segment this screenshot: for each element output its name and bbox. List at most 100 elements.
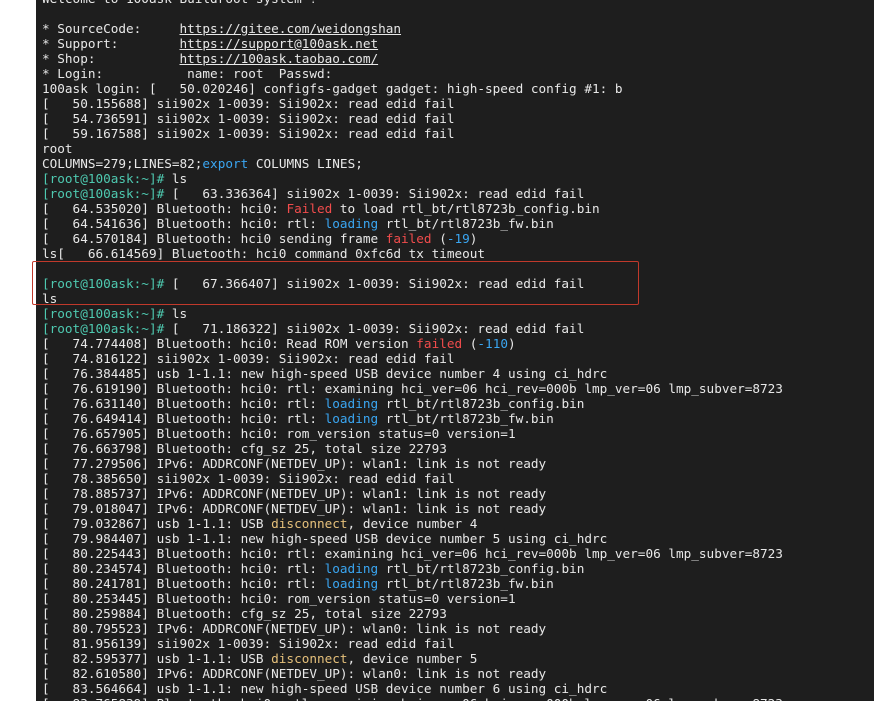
terminal-text: [root@100ask:~]#: [42, 186, 165, 201]
terminal-line: ls[ 66.614569] Bluetooth: hci0 command 0…: [42, 246, 783, 261]
terminal-text: to load rtl_bt/rtl8723b_config.bin: [332, 201, 600, 216]
terminal-text: [root@100ask:~]#: [42, 171, 165, 186]
terminal-text[interactable]: https://gitee.com/weidongshan: [180, 21, 402, 36]
terminal-text: (: [431, 231, 447, 246]
terminal-line: 100ask login: [ 50.020246] configfs-gadg…: [42, 81, 783, 96]
terminal-line: [ 54.736591] sii902x 1-0039: Sii902x: re…: [42, 111, 783, 126]
terminal-text: [ 80.225443] Bluetooth: hci0: rtl: exami…: [42, 546, 783, 561]
terminal-text: [ 76.619190] Bluetooth: hci0: rtl: exami…: [42, 381, 783, 396]
terminal-text: root: [42, 141, 73, 156]
terminal-line: [ 80.225443] Bluetooth: hci0: rtl: exami…: [42, 546, 783, 561]
terminal-text: Failed: [286, 201, 333, 216]
terminal-text: [ 54.736591] sii902x 1-0039: Sii902x: re…: [42, 111, 455, 126]
terminal-line: [ 80.234574] Bluetooth: hci0: rtl: loadi…: [42, 561, 783, 576]
terminal-line: [ 79.984407] usb 1-1.1: new high-speed U…: [42, 531, 783, 546]
terminal-line: [ 82.595377] usb 1-1.1: USB disconnect, …: [42, 651, 783, 666]
terminal-text: ): [507, 336, 516, 351]
terminal-line: [ 82.610580] IPv6: ADDRCONF(NETDEV_UP): …: [42, 666, 783, 681]
terminal-text: disconnect: [271, 516, 348, 531]
terminal-line: [ 78.385650] sii902x 1-0039: Sii902x: re…: [42, 471, 783, 486]
terminal-line: [ 79.032867] usb 1-1.1: USB disconnect, …: [42, 516, 783, 531]
terminal-line: [ 64.535020] Bluetooth: hci0: Failed to …: [42, 201, 783, 216]
terminal-text: [ 83.765839] Bluetooth: hci0: rtl: exami…: [42, 696, 783, 701]
highlight-annotation-box: [32, 261, 639, 305]
terminal-line: [ 83.765839] Bluetooth: hci0: rtl: exami…: [42, 696, 783, 701]
terminal-text: loading: [324, 576, 379, 591]
terminal-line: [ 79.018047] IPv6: ADDRCONF(NETDEV_UP): …: [42, 501, 783, 516]
terminal-text: [ 74.816122] sii902x 1-0039: Sii902x: re…: [42, 351, 455, 366]
terminal-text: [ 82.610580] IPv6: ADDRCONF(NETDEV_UP): …: [42, 666, 547, 681]
terminal-text: , device number 4: [347, 516, 478, 531]
terminal-text: (: [462, 336, 478, 351]
terminal-line: [ 74.816122] sii902x 1-0039: Sii902x: re…: [42, 351, 783, 366]
terminal-text: disconnect: [271, 651, 348, 666]
terminal-text: COLUMNS=279;LINES=82;: [42, 156, 203, 171]
terminal-text: [root@100ask:~]#: [42, 321, 165, 336]
terminal-output: Welcome to 100ask Buildroot system ! * So…: [42, 0, 783, 701]
terminal-text[interactable]: https://support@100ask.net: [180, 36, 379, 51]
terminal-text: [ 79.032867] usb 1-1.1: USB: [42, 516, 272, 531]
terminal-text: rtl_bt/rtl8723b_fw.bin: [378, 576, 554, 591]
terminal-text: 100ask login: [ 50.020246] configfs-gadg…: [42, 81, 623, 96]
terminal-line: [ 77.279506] IPv6: ADDRCONF(NETDEV_UP): …: [42, 456, 783, 471]
terminal-text: export: [202, 156, 249, 171]
terminal-text: rtl_bt/rtl8723b_config.bin: [378, 561, 585, 576]
terminal-line: * Support: https://support@100ask.net: [42, 36, 783, 51]
terminal-line: [ 74.774408] Bluetooth: hci0: Read ROM v…: [42, 336, 783, 351]
terminal-text: [ 78.385650] sii902x 1-0039: Sii902x: re…: [42, 471, 455, 486]
terminal-line: * Shop: https://100ask.taobao.com/: [42, 51, 783, 66]
terminal-line: COLUMNS=279;LINES=82;export COLUMNS LINE…: [42, 156, 783, 171]
terminal-text: failed: [416, 336, 463, 351]
terminal-line: [ 78.885737] IPv6: ADDRCONF(NETDEV_UP): …: [42, 486, 783, 501]
terminal-line: [ 76.384485] usb 1-1.1: new high-speed U…: [42, 366, 783, 381]
terminal-line: [ 76.657905] Bluetooth: hci0: rom_versio…: [42, 426, 783, 441]
terminal-line: [ 76.649414] Bluetooth: hci0: rtl: loadi…: [42, 411, 783, 426]
terminal-line: [ 81.956139] sii902x 1-0039: Sii902x: re…: [42, 636, 783, 651]
terminal-text: -19: [446, 231, 470, 246]
terminal-text: [ 63.336364] sii902x 1-0039: Sii902x: re…: [164, 186, 585, 201]
terminal-text: [ 71.186322] sii902x 1-0039: Sii902x: re…: [164, 321, 585, 336]
terminal-line: [ 80.253445] Bluetooth: hci0: rom_versio…: [42, 591, 783, 606]
terminal-text: failed: [385, 231, 432, 246]
terminal-text: loading: [324, 561, 379, 576]
terminal-line: * SourceCode: https://gitee.com/weidongs…: [42, 21, 783, 36]
terminal-text: [ 80.253445] Bluetooth: hci0: rom_versio…: [42, 591, 516, 606]
terminal-line: [ 76.663798] Bluetooth: cfg_sz 25, total…: [42, 441, 783, 456]
terminal-text: Welcome to 100ask Buildroot system !: [42, 0, 317, 6]
terminal-text: rtl_bt/rtl8723b_config.bin: [378, 396, 585, 411]
terminal-text: rtl_bt/rtl8723b_fw.bin: [378, 216, 554, 231]
terminal-window[interactable]: Welcome to 100ask Buildroot system ! * So…: [36, 0, 874, 701]
terminal-text: ): [469, 231, 478, 246]
terminal-text: loading: [324, 216, 379, 231]
terminal-line: [ 80.795523] IPv6: ADDRCONF(NETDEV_UP): …: [42, 621, 783, 636]
terminal-text: rtl_bt/rtl8723b_fw.bin: [378, 411, 554, 426]
terminal-text: [ 79.984407] usb 1-1.1: new high-speed U…: [42, 531, 608, 546]
terminal-text: -110: [477, 336, 508, 351]
terminal-text: [ 78.885737] IPv6: ADDRCONF(NETDEV_UP): …: [42, 486, 547, 501]
terminal-text: [ 80.795523] IPv6: ADDRCONF(NETDEV_UP): …: [42, 621, 547, 636]
terminal-text: [root@100ask:~]#: [42, 306, 165, 321]
terminal-line: [ 83.564664] usb 1-1.1: new high-speed U…: [42, 681, 783, 696]
terminal-line: [ 64.541636] Bluetooth: hci0: rtl: loadi…: [42, 216, 783, 231]
terminal-text: [ 81.956139] sii902x 1-0039: Sii902x: re…: [42, 636, 455, 651]
terminal-line: [ 80.241781] Bluetooth: hci0: rtl: loadi…: [42, 576, 783, 591]
terminal-text: ls: [164, 171, 188, 186]
terminal-text: [ 80.259884] Bluetooth: cfg_sz 25, total…: [42, 606, 447, 621]
terminal-text: * Support:: [42, 36, 180, 51]
terminal-text: COLUMNS LINES;: [248, 156, 363, 171]
terminal-text: [ 83.564664] usb 1-1.1: new high-speed U…: [42, 681, 608, 696]
terminal-line: [ 64.570184] Bluetooth: hci0 sending fra…: [42, 231, 783, 246]
terminal-text: [ 64.535020] Bluetooth: hci0:: [42, 201, 287, 216]
terminal-text[interactable]: https://100ask.taobao.com/: [180, 51, 379, 66]
terminal-line: [ 80.259884] Bluetooth: cfg_sz 25, total…: [42, 606, 783, 621]
terminal-text: [ 74.774408] Bluetooth: hci0: Read ROM v…: [42, 336, 417, 351]
terminal-line: [root@100ask:~]# ls: [42, 306, 783, 321]
terminal-text: [ 76.649414] Bluetooth: hci0: rtl:: [42, 411, 325, 426]
terminal-line: [ 50.155688] sii902x 1-0039: Sii902x: re…: [42, 96, 783, 111]
terminal-text: * Shop:: [42, 51, 180, 66]
terminal-text: [ 82.595377] usb 1-1.1: USB: [42, 651, 272, 666]
terminal-text: [ 76.663798] Bluetooth: cfg_sz 25, total…: [42, 441, 447, 456]
terminal-text: [ 59.167588] sii902x 1-0039: Sii902x: re…: [42, 126, 455, 141]
terminal-line: [root@100ask:~]# [ 71.186322] sii902x 1-…: [42, 321, 783, 336]
